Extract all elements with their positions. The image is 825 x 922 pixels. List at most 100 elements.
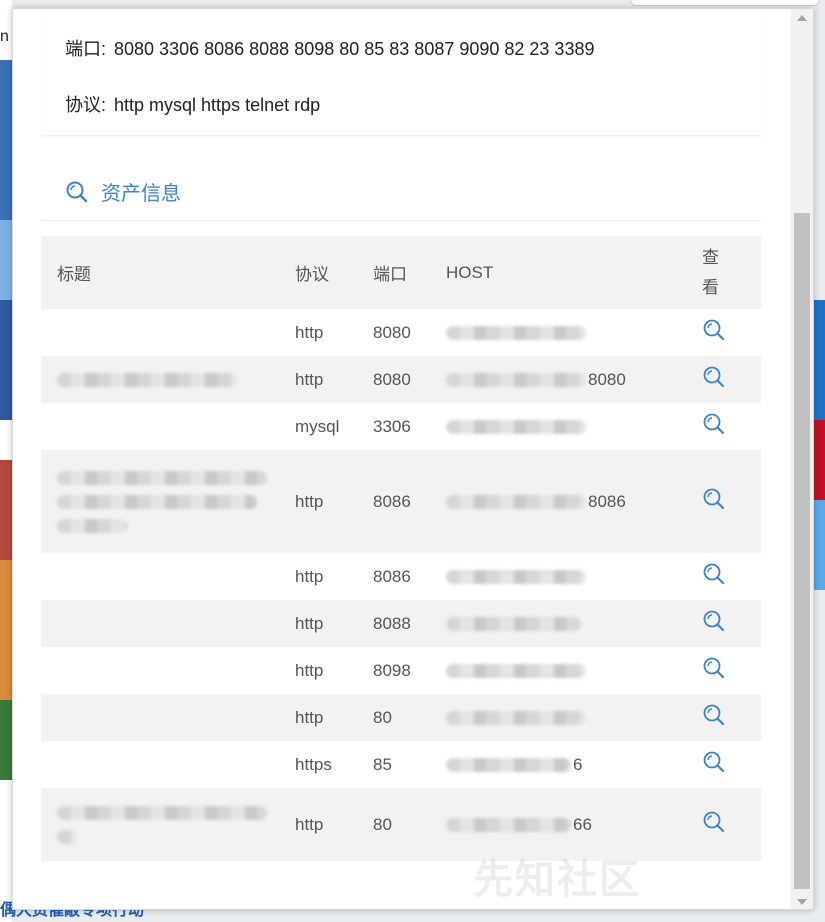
row-port: 8086 [373,566,411,586]
background-search-box [630,0,820,6]
table-header-row: 标题 协议 端口 HOST 查看 [41,236,761,309]
header-view: 查看 [696,236,761,309]
row-port: 8080 [373,322,411,342]
view-search-icon[interactable] [702,810,726,839]
row-port: 3306 [373,416,411,436]
table-row: http 8080 [41,309,761,356]
row-title [41,694,295,741]
row-port: 8098 [373,660,411,680]
row-port: 80 [373,707,392,727]
protocols-label: 协议: [65,95,107,115]
row-title [41,403,295,450]
row-protocol: mysql [295,416,340,436]
view-search-icon[interactable] [702,487,726,516]
row-title [41,600,295,647]
redacted-text [57,805,267,820]
redacted-host [446,817,571,832]
search-icon[interactable] [702,365,726,389]
row-view [696,600,761,647]
view-search-icon[interactable] [702,412,726,441]
ports-value: 8080 3306 8086 8088 8098 80 85 83 8087 9… [114,39,595,59]
view-search-icon[interactable] [702,365,726,394]
row-host [446,694,696,741]
redacted-host [446,757,571,772]
protocols-value: http mysql https telnet rdp [114,95,321,115]
view-search-icon[interactable] [702,750,726,779]
background-page-left [0,0,12,922]
row-view [696,647,761,694]
scroll-down-arrow[interactable] [791,893,813,909]
scroll-up-arrow[interactable] [791,9,813,27]
redacted-text [57,372,237,387]
row-protocol: http [295,369,324,389]
row-host [446,309,696,356]
search-icon[interactable] [702,810,726,834]
asset-info-card: 资产信息 [41,159,761,221]
row-view [696,788,761,861]
row-protocol: http [295,707,324,727]
view-search-icon[interactable] [702,656,726,685]
asset-table: 标题 协议 端口 HOST 查看 http 8080 http 8080 8080 m… [41,236,761,861]
row-protocol: http [295,814,324,834]
redacted-text [57,829,77,844]
row-protocol: http [295,613,324,633]
search-icon[interactable] [702,562,726,586]
row-protocol: http [295,491,324,511]
row-host: 8080 [446,356,696,403]
header-title: 标题 [41,236,295,309]
row-title [41,788,295,861]
row-port: 8080 [373,369,411,389]
redacted-text [57,494,257,509]
header-view-label: 查看 [702,247,719,297]
redacted-host [446,419,586,434]
search-icon [66,181,88,202]
row-protocol: https [295,754,332,774]
asset-info-heading: 资产信息 [65,177,181,206]
view-search-icon[interactable] [702,609,726,638]
redacted-host [446,569,586,584]
view-search-icon[interactable] [702,318,726,347]
row-title [41,309,295,356]
search-icon[interactable] [702,750,726,774]
protocols-row: 协议: http mysql https telnet rdp [65,91,320,117]
scrollbar-thumb[interactable] [794,213,810,889]
view-search-icon[interactable] [702,562,726,591]
header-protocol: 协议 [295,236,373,309]
scrollbar[interactable] [791,9,813,909]
row-title [41,647,295,694]
row-view [696,741,761,788]
row-host [446,600,696,647]
row-title [41,356,295,403]
search-icon[interactable] [702,487,726,511]
row-host [446,553,696,600]
table-row: http 80 [41,694,761,741]
redacted-host [446,710,586,725]
ports-label: 端口: [65,39,107,59]
port-info-card: 端口: 8080 3306 8086 8088 8098 80 85 83 808… [41,9,761,136]
row-host: 8086 [446,450,696,553]
row-title [41,553,295,600]
host-port-suffix: 8080 [588,369,626,389]
view-search-icon[interactable] [702,703,726,732]
row-view [696,694,761,741]
watermark: 先知社区 [473,858,641,902]
search-icon[interactable] [702,412,726,436]
redacted-text [57,518,127,533]
row-title [41,741,295,788]
popup-content: 端口: 8080 3306 8086 8088 8098 80 85 83 808… [13,9,791,909]
search-icon[interactable] [702,703,726,727]
table-row: http 8098 [41,647,761,694]
row-view [696,309,761,356]
table-row: http 8088 [41,600,761,647]
row-host [446,403,696,450]
background-text: n [0,28,9,45]
row-port: 8086 [373,491,411,511]
search-icon[interactable] [702,609,726,633]
search-icon[interactable] [702,656,726,680]
redacted-host [446,494,586,509]
redacted-host [446,616,581,631]
search-icon[interactable] [702,318,726,342]
host-port-suffix: 8086 [588,491,626,511]
table-row: mysql 3306 [41,403,761,450]
row-port: 8088 [373,613,411,633]
